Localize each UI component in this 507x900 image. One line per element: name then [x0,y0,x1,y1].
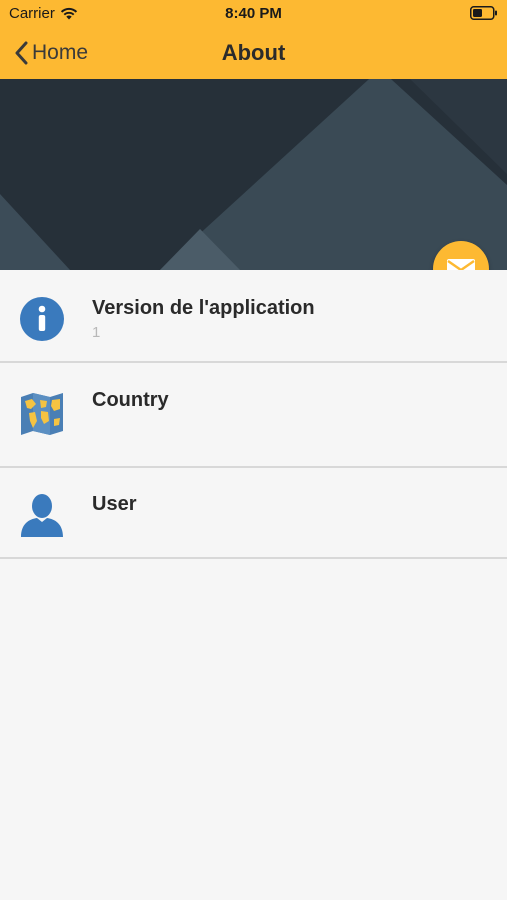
list-item-version[interactable]: Version de l'application 1 [0,270,507,363]
list-item-country[interactable]: Country [0,363,507,468]
map-icon [21,393,63,435]
navigation-bar: Home About [0,28,507,79]
country-title: Country [92,389,169,411]
top-bar: Carrier 8:40 PM Home About [0,0,507,79]
status-time: 8:40 PM [225,5,282,22]
user-icon [21,494,63,537]
battery-icon [470,6,497,20]
page-title: About [221,40,286,65]
info-icon [20,297,64,341]
list-item-user[interactable]: User [0,468,507,559]
status-bar: Carrier 8:40 PM [0,0,507,28]
version-title: Version de l'application [92,297,315,319]
header-banner [0,79,507,270]
about-list: Version de l'application 1 Country User [0,270,507,559]
user-title: User [92,493,137,515]
banner-background [0,79,507,270]
version-value: 1 [92,324,101,341]
